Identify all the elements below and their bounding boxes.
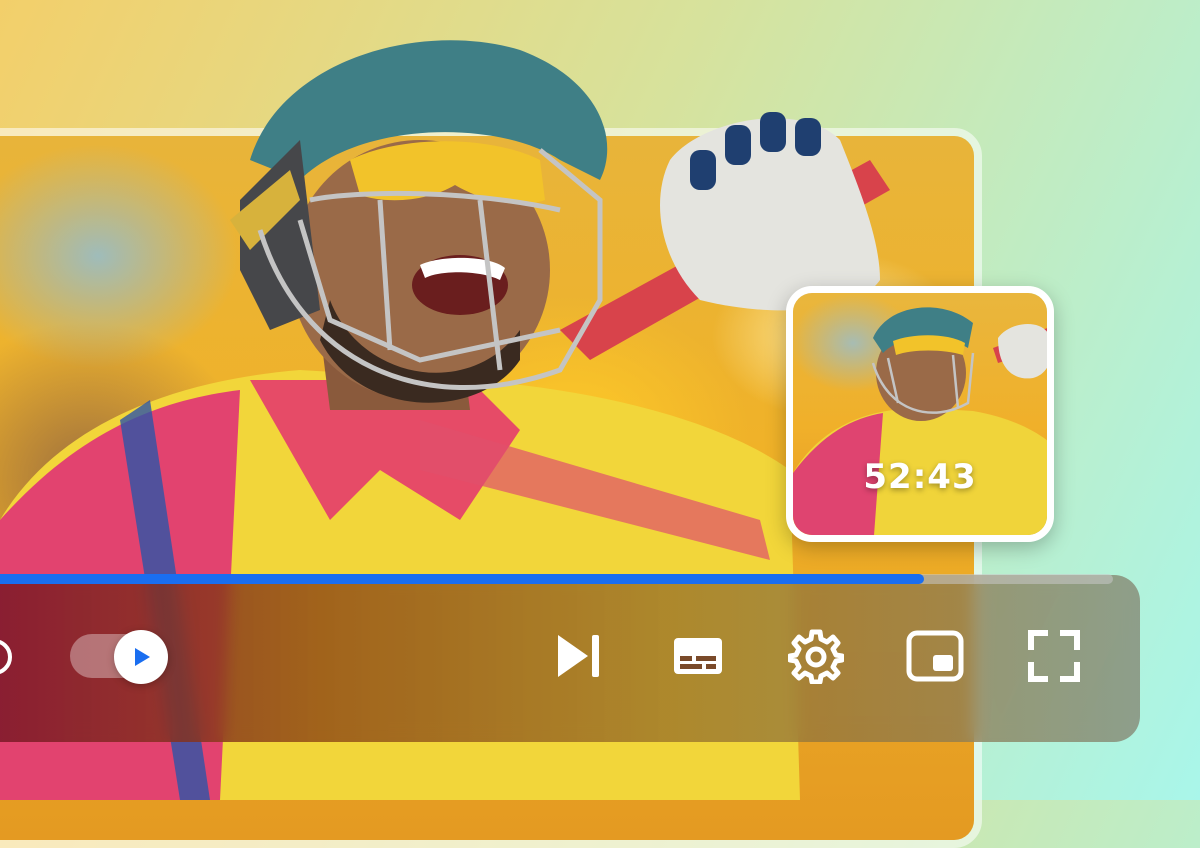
progress-bar[interactable]: [0, 574, 1113, 584]
thumbnail-scene: [793, 307, 1047, 535]
skip-next-icon: [558, 635, 599, 677]
scrub-preview-thumbnail: 52:43: [786, 286, 1054, 542]
miniplayer-button[interactable]: [904, 626, 966, 686]
subtitles-icon: [674, 638, 722, 674]
fullscreen-button[interactable]: [1024, 626, 1084, 686]
gear-icon: [788, 629, 844, 684]
settings-button[interactable]: [786, 626, 846, 686]
next-button[interactable]: [548, 626, 608, 686]
picture-in-picture-icon: [906, 630, 964, 682]
play-icon: [135, 648, 150, 666]
progress-played: [0, 574, 924, 584]
captions-button[interactable]: [668, 626, 728, 686]
replay-button[interactable]: [0, 633, 18, 681]
preview-timestamp: 52:43: [863, 457, 977, 497]
replay-icon: [0, 640, 12, 674]
autoplay-toggle[interactable]: [114, 630, 168, 684]
fullscreen-icon: [1028, 630, 1080, 682]
